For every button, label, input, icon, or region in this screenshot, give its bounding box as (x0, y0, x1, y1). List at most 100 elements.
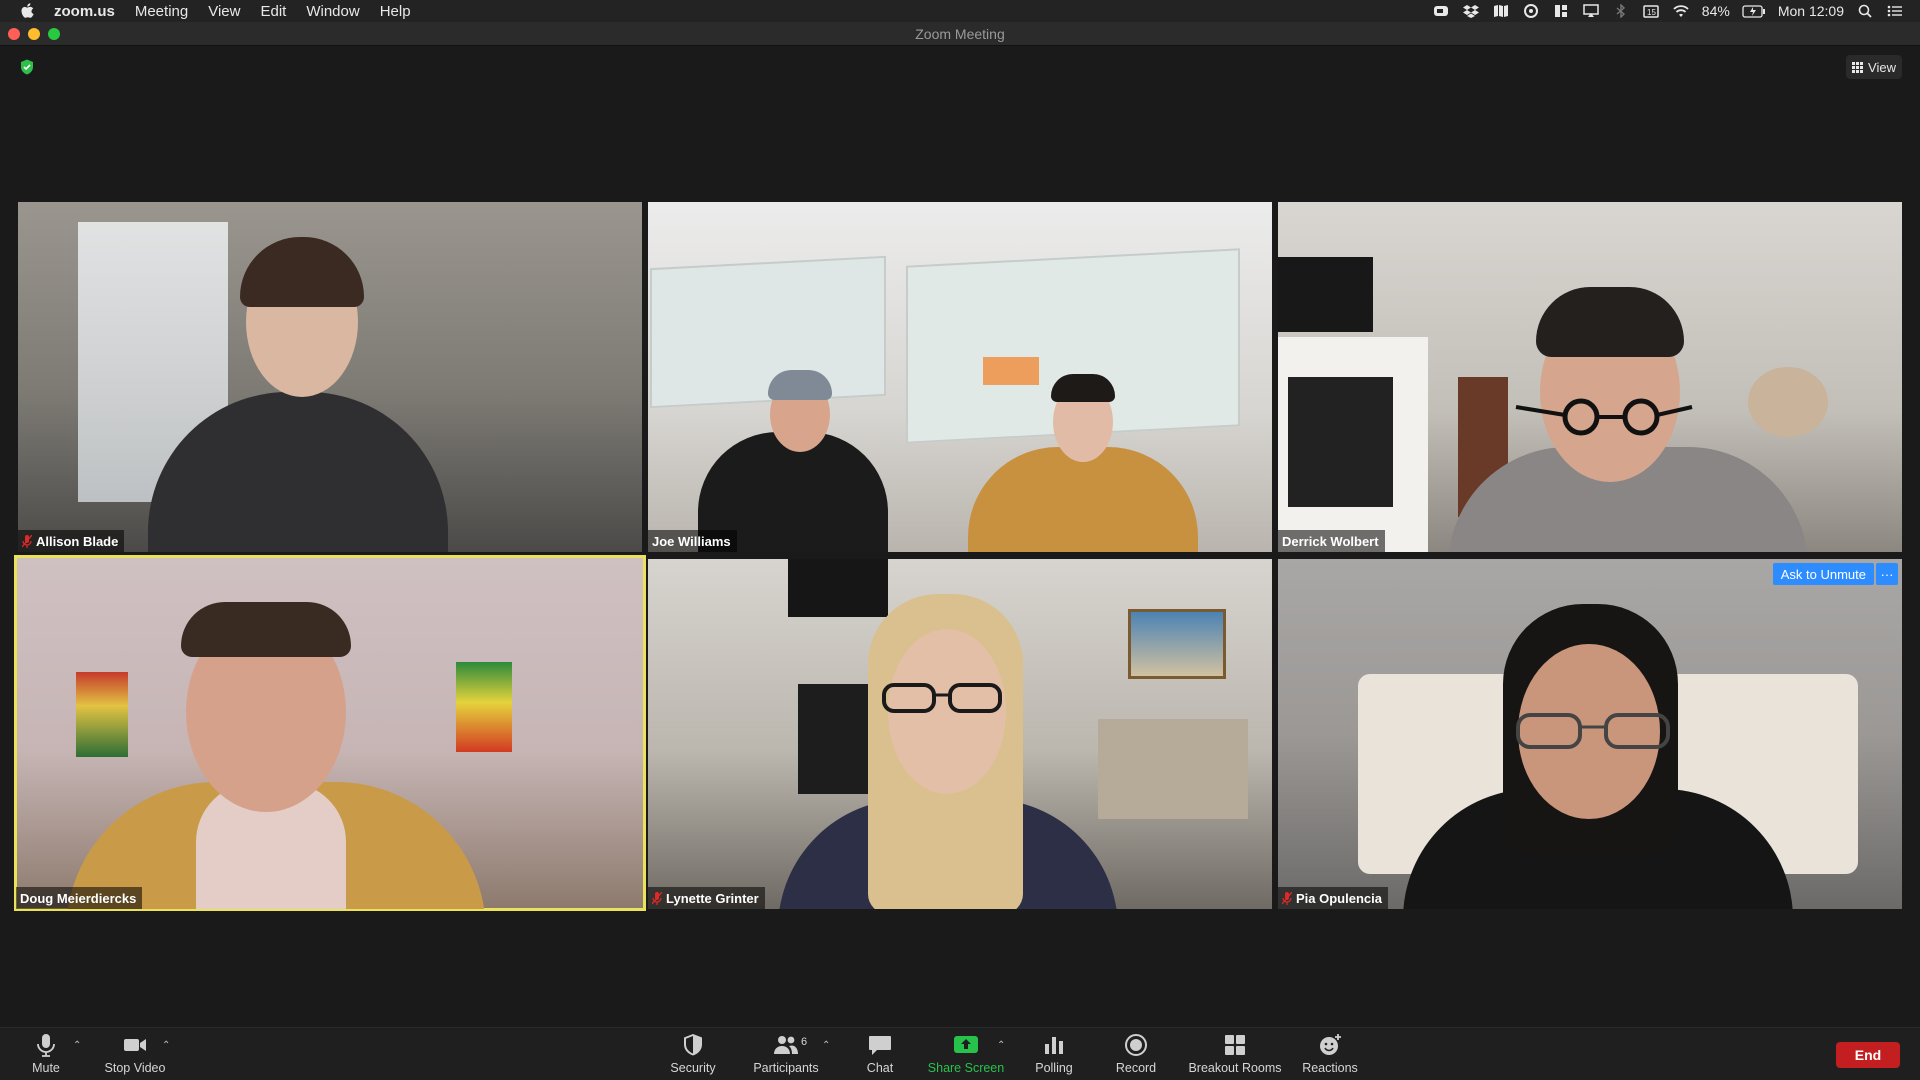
maps-icon[interactable] (1492, 4, 1510, 18)
video-tile-joe-williams[interactable]: Joe Williams (648, 202, 1272, 552)
share-screen-icon (954, 1036, 978, 1053)
chat-label: Chat (866, 1061, 894, 1075)
participant-more-options-button[interactable]: ··· (1876, 563, 1898, 585)
view-button[interactable]: View (1846, 55, 1902, 79)
security-shield-icon (684, 1034, 702, 1056)
participants-count: 6 (801, 1036, 808, 1048)
battery-icon[interactable] (1742, 4, 1766, 18)
participant-name: Derrick Wolbert (1282, 533, 1379, 549)
menu-window[interactable]: Window (306, 3, 359, 20)
menu-edit[interactable]: Edit (260, 3, 286, 20)
person-glasses (1506, 397, 1696, 437)
video-tile-allison-blade[interactable]: Allison Blade (18, 202, 642, 552)
reactions-smiley-icon (1320, 1034, 1341, 1055)
ask-to-unmute-button[interactable]: Ask to Unmute (1772, 563, 1874, 585)
stop-video-button[interactable]: Stop Video (100, 1032, 170, 1078)
grid-tray-icon[interactable] (1552, 4, 1570, 18)
record-icon (1125, 1034, 1147, 1056)
video-tile-derrick-wolbert[interactable]: Derrick Wolbert (1278, 202, 1902, 552)
muted-mic-icon (652, 891, 662, 905)
sticky-notes (983, 357, 1039, 385)
encryption-shield-icon[interactable] (20, 59, 34, 75)
reactions-button[interactable]: Reactions (1300, 1032, 1360, 1078)
person-hair-left (768, 370, 832, 400)
person-body-right (968, 447, 1198, 552)
participant-name: Allison Blade (36, 533, 119, 549)
breakout-rooms-button[interactable]: Breakout Rooms (1186, 1032, 1284, 1078)
spotlight-search-icon[interactable] (1856, 4, 1874, 18)
menu-help[interactable]: Help (380, 3, 411, 20)
video-options-caret-icon[interactable]: ⌃ (162, 1040, 170, 1051)
end-meeting-button[interactable]: End (1836, 1042, 1900, 1068)
battery-percent: 84% (1701, 3, 1730, 19)
record-label: Record (1115, 1061, 1157, 1075)
airplay-icon[interactable] (1582, 4, 1600, 18)
bluetooth-icon[interactable] (1612, 4, 1630, 18)
muted-mic-icon (1282, 891, 1292, 905)
microphone-icon (37, 1034, 55, 1057)
participant-name: Joe Williams (652, 533, 731, 549)
polling-label: Polling (1035, 1061, 1073, 1075)
breakout-rooms-label: Breakout Rooms (1188, 1061, 1282, 1075)
video-camera-icon (124, 1039, 146, 1051)
security-label: Security (670, 1061, 716, 1075)
share-screen-label: Share Screen (927, 1061, 1005, 1075)
person-hair (240, 237, 364, 307)
participant-name-tag: Joe Williams (648, 530, 737, 552)
person-hair (1536, 287, 1684, 357)
menu-view[interactable]: View (208, 3, 240, 20)
participants-label: Participants (753, 1061, 819, 1075)
security-button[interactable]: Security (668, 1032, 718, 1078)
mute-button[interactable]: Mute (26, 1032, 66, 1078)
person-hair (181, 602, 351, 657)
participant-name: Lynette Grinter (666, 890, 759, 906)
participant-name-tag: Doug Meierdiercks (16, 887, 143, 909)
poster-left (76, 672, 128, 757)
stop-video-label: Stop Video (104, 1061, 166, 1075)
audio-options-caret-icon[interactable]: ⌃ (73, 1040, 81, 1051)
participant-name: Doug Meierdiercks (20, 890, 137, 906)
person-hair-right (1051, 374, 1115, 402)
menu-tray: 15 84% Mon 12:09 (1432, 0, 1920, 22)
polling-chart-icon (1045, 1037, 1063, 1054)
chat-bubble-icon (869, 1036, 891, 1055)
fireplace (798, 684, 878, 794)
view-button-label: View (1868, 59, 1896, 75)
participant-name-tag: Derrick Wolbert (1278, 530, 1385, 552)
polling-button[interactable]: Polling (1032, 1032, 1076, 1078)
participant-name-tag: Allison Blade (18, 530, 125, 552)
participants-button[interactable]: Participants (752, 1032, 820, 1078)
display-icon[interactable]: 15 (1642, 4, 1660, 18)
video-tile-pia-opulencia[interactable]: Ask to Unmute ··· Pia Opulencia (1278, 559, 1902, 909)
menu-meeting[interactable]: Meeting (135, 3, 188, 20)
window-title: Zoom Meeting (915, 26, 1005, 42)
mute-label: Mute (32, 1061, 60, 1075)
participants-options-caret-icon[interactable]: ⌃ (822, 1040, 830, 1051)
share-screen-button[interactable]: Share Screen (928, 1032, 1004, 1078)
person-glasses (870, 679, 1020, 719)
clock[interactable]: Mon 12:09 (1778, 3, 1844, 19)
menu-bar: zoom.us Meeting View Edit Window Help 15… (0, 0, 1920, 22)
muted-mic-icon (22, 534, 32, 548)
participant-name: Pia Opulencia (1296, 890, 1382, 906)
dropbox-icon[interactable] (1462, 4, 1480, 18)
participant-name-tag: Lynette Grinter (648, 887, 765, 909)
wifi-icon[interactable] (1672, 4, 1690, 18)
person-glasses (1508, 709, 1678, 753)
poster-right (456, 662, 512, 752)
notification-center-icon[interactable] (1886, 4, 1904, 18)
meeting-toolbar: Mute ⌃ Stop Video ⌃ Security Participant… (0, 1027, 1920, 1080)
apple-icon[interactable] (20, 2, 36, 20)
participant-name-tag: Pia Opulencia (1278, 887, 1388, 909)
record-button[interactable]: Record (1114, 1032, 1158, 1078)
breakout-rooms-icon (1225, 1035, 1245, 1055)
menu-app-name[interactable]: zoom.us (54, 3, 115, 20)
svg-text:15: 15 (1647, 8, 1656, 17)
video-tile-doug-meierdiercks[interactable]: Doug Meierdiercks (14, 555, 646, 911)
cat-tree (1748, 367, 1828, 437)
share-options-caret-icon[interactable]: ⌃ (997, 1040, 1005, 1051)
zoom-tray-icon[interactable] (1432, 4, 1450, 18)
video-tile-lynette-grinter[interactable]: Lynette Grinter (648, 559, 1272, 909)
chat-button[interactable]: Chat (862, 1032, 898, 1078)
circle-menu-icon[interactable] (1522, 4, 1540, 18)
